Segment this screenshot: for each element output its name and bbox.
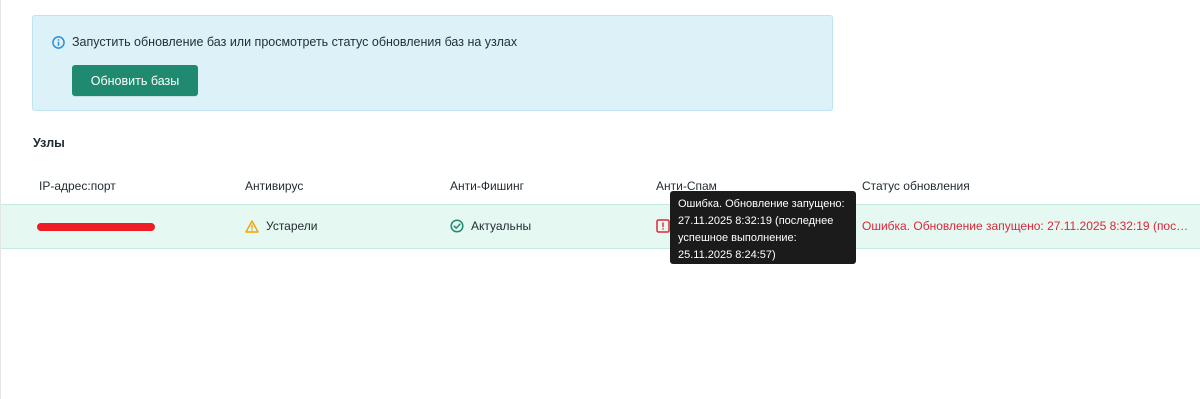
antiphishing-status: Актуальны <box>471 219 532 233</box>
antispam-tooltip: Ошибка. Обновление запущено: 27.11.2025 … <box>670 191 856 264</box>
antivirus-cell: Устарели <box>245 219 318 233</box>
tooltip-line: Ошибка. Обновление запущено: <box>678 198 845 210</box>
tooltip-line: успешное выполнение: <box>678 232 797 244</box>
update-databases-button[interactable]: Обновить базы <box>72 65 198 96</box>
update-status-cell: Ошибка. Обновление запущено: 27.11.2025 … <box>862 219 1192 233</box>
table-row[interactable]: Устарели Актуальны Ошибка. Обновление за… <box>1 204 1200 249</box>
table-header: IP-адрес:порт Антивирус Анти-Фишинг Анти… <box>1 168 1200 204</box>
update-info-panel: Запустить обновление баз или просмотреть… <box>32 15 833 111</box>
info-row: Запустить обновление баз или просмотреть… <box>52 35 517 49</box>
column-header-antiphishing[interactable]: Анти-Фишинг <box>450 179 524 193</box>
column-header-ip-port[interactable]: IP-адрес:порт <box>39 179 116 193</box>
check-circle-icon <box>450 219 464 233</box>
redacted-ip-address <box>37 223 155 231</box>
page: Запустить обновление баз или просмотреть… <box>0 0 1200 399</box>
column-header-antivirus[interactable]: Антивирус <box>245 179 303 193</box>
error-square-icon[interactable] <box>656 219 670 233</box>
antivirus-status: Устарели <box>266 219 318 233</box>
info-icon <box>52 35 65 49</box>
column-header-update-status[interactable]: Статус обновления <box>862 179 970 193</box>
warning-icon <box>245 219 259 233</box>
nodes-section-title: Узлы <box>33 136 65 150</box>
tooltip-line: 25.11.2025 8:24:57) <box>678 249 776 261</box>
tooltip-line: 27.11.2025 8:32:19 (последнее <box>678 215 834 227</box>
antiphishing-cell: Актуальны <box>450 219 531 233</box>
antispam-cell[interactable] <box>656 219 670 233</box>
info-message: Запустить обновление баз или просмотреть… <box>72 35 518 49</box>
update-status-text: Ошибка. Обновление запущено: 27.11.2025 … <box>862 219 1192 233</box>
nodes-table: IP-адрес:порт Антивирус Анти-Фишинг Анти… <box>1 168 1200 249</box>
